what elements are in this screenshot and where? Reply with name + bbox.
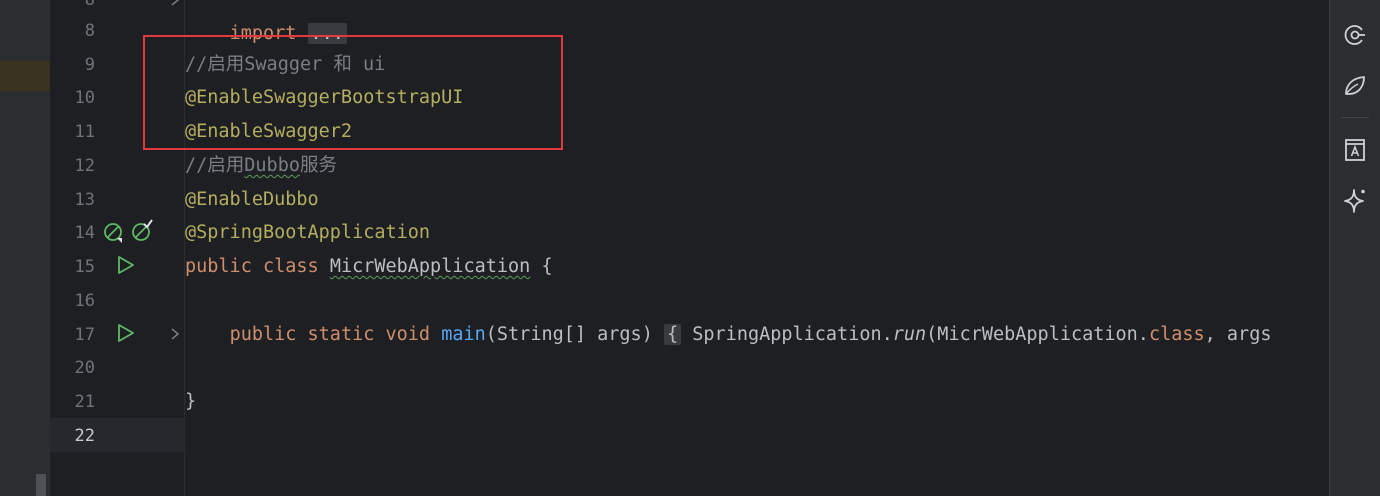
code-line-close-brace: } [185,391,197,412]
brace: { [541,256,553,277]
chevron-right-icon[interactable] [169,327,181,341]
call-object: SpringApplication. [692,324,893,345]
run-icon[interactable] [116,255,136,275]
line-number: 9 [84,55,95,75]
params: (String[] args) [485,324,653,345]
line-number: 10 [74,88,95,108]
comment-text: 服务 [299,155,337,176]
line-number: 16 [74,291,95,311]
code-line-class-decl: public class MicrWebApplication { [185,250,553,284]
method-name: main [441,324,486,345]
spring-icon[interactable] [1341,72,1369,100]
keyword: public [185,256,252,277]
line-number: 15 [74,257,95,277]
bean-check-icon[interactable] [130,219,154,243]
code-line-annotation: @SpringBootApplication [185,222,431,243]
code-line-import: import ... [185,0,347,44]
line-number: 21 [74,392,95,412]
line-number-current: 22 [74,426,95,446]
bookmark-highlight [0,61,50,91]
code-line-comment: //启用Dubbo服务 [185,149,337,183]
notifications-icon[interactable] [1341,21,1369,49]
ai-assistant-icon[interactable] [1341,186,1369,214]
comment-word: Dubbo [244,155,300,176]
highlight-box [143,35,563,150]
call-arg: (MicrWebApplication. [926,324,1149,345]
call-method: run [892,324,927,345]
bean-icon[interactable] [103,222,125,244]
comment-text: //启用 [185,155,245,176]
toolbar-separator [1341,117,1369,118]
scrollbar-thumb[interactable] [36,474,46,496]
code-line-main: public static void main(String[] args) {… [185,318,1271,352]
keyword: class [1148,324,1205,345]
class-name: MicrWebApplication [329,256,531,277]
translate-icon[interactable] [1341,135,1369,163]
keyword: class [262,256,319,277]
line-number: 20 [74,358,95,378]
keyword: static [307,324,375,345]
left-tool-strip [0,0,50,496]
folded-body[interactable]: { [663,324,682,345]
code-line-annotation: @EnableDubbo [185,189,319,210]
keyword: void [385,324,431,345]
line-number: 14 [74,223,95,243]
keyword: public [229,324,297,345]
line-number: 17 [74,325,95,345]
line-number: 11 [74,122,95,142]
chevron-right-icon[interactable] [169,0,181,7]
line-number: 13 [74,190,95,210]
call-rest: , args [1204,324,1272,345]
line-number: 12 [74,156,95,176]
line-number: 8 [84,21,95,41]
run-icon[interactable] [116,323,136,343]
